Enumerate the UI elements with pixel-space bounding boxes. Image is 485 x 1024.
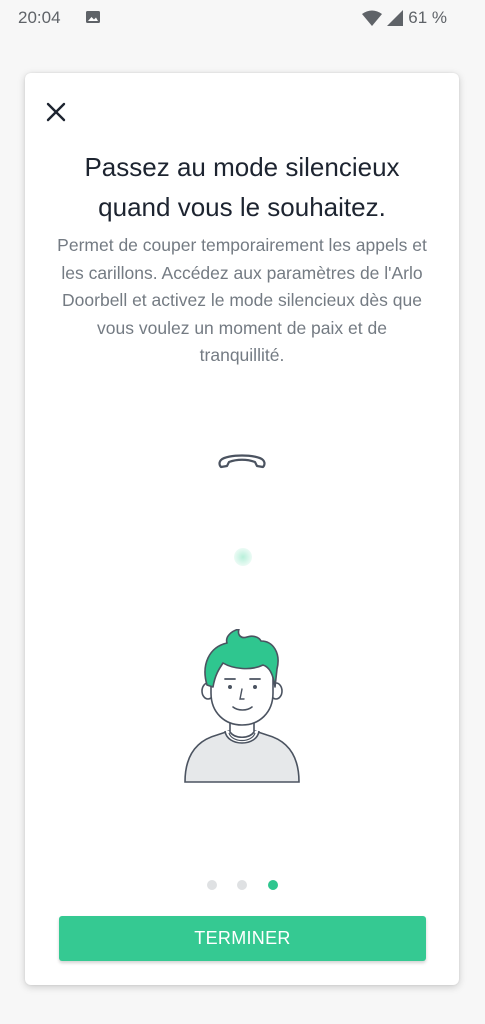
status-bar: 20:04 61 % xyxy=(0,0,485,36)
person-avatar-icon xyxy=(184,629,300,783)
status-time: 20:04 xyxy=(18,8,61,27)
onboarding-card: Passez au mode silencieux quand vous le … xyxy=(25,73,459,985)
pager-dot[interactable] xyxy=(237,880,247,890)
pager-dot-active[interactable] xyxy=(268,880,278,890)
finish-button[interactable]: TERMINER xyxy=(59,916,426,961)
description-text: Permet de couper temporairement les appe… xyxy=(57,235,427,365)
signal-icon xyxy=(387,10,404,26)
status-right-group: 61 % xyxy=(362,8,447,28)
glow-dot-icon xyxy=(234,548,252,566)
battery-level: 61 % xyxy=(408,8,447,27)
page-title: Passez au mode silencieux quand vous le … xyxy=(84,152,400,222)
phone-hangup-icon xyxy=(218,454,266,469)
close-icon[interactable] xyxy=(43,99,69,125)
pager-dots xyxy=(205,878,285,892)
pager-dot[interactable] xyxy=(207,880,217,890)
wifi-icon xyxy=(362,10,383,26)
image-icon xyxy=(86,11,100,23)
